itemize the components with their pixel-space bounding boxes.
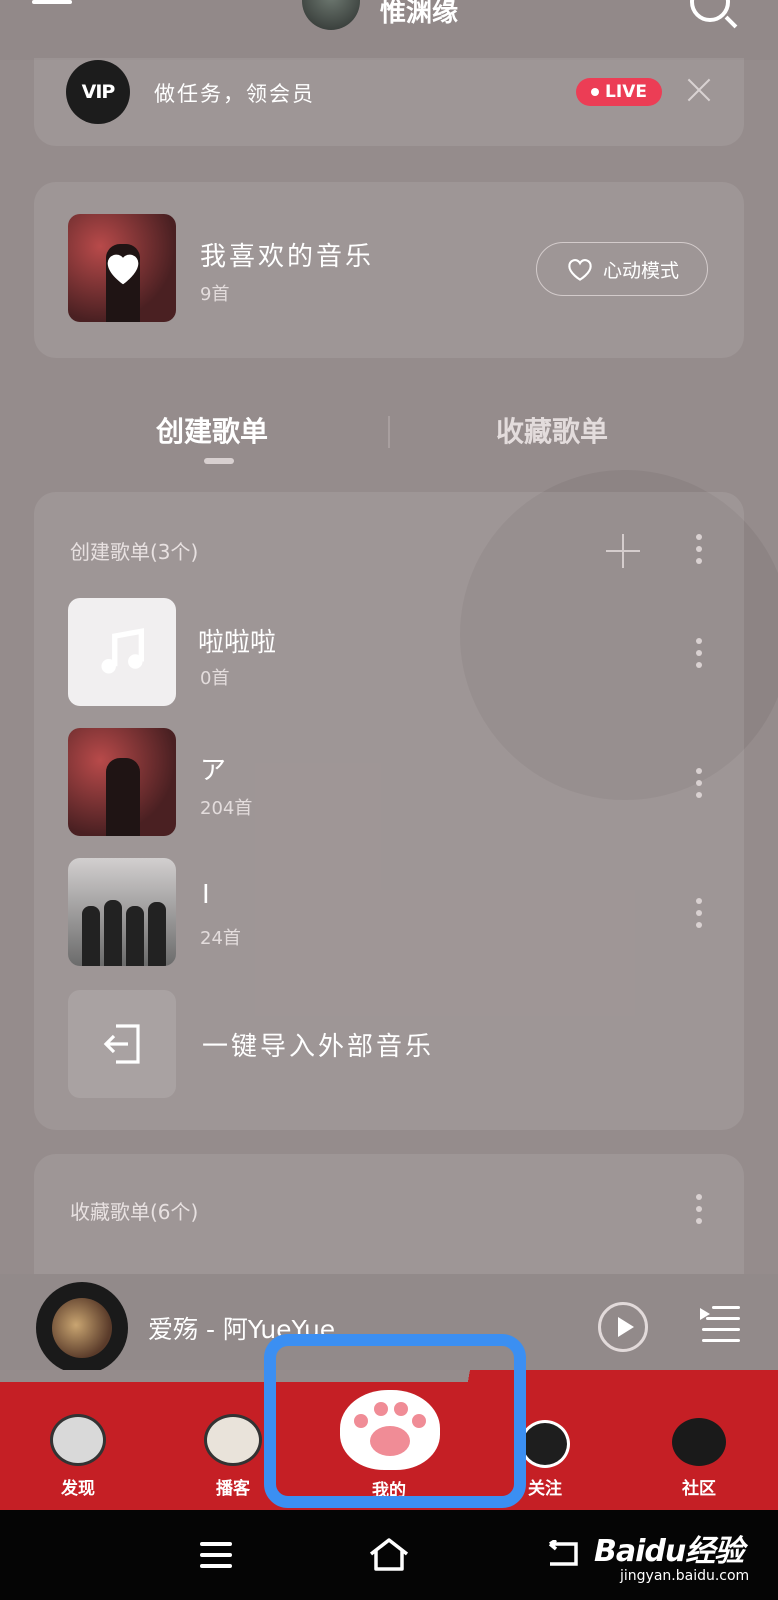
tab-collected-playlists[interactable]: 收藏歌单 — [496, 410, 608, 450]
recent-apps-icon[interactable] — [200, 1542, 232, 1568]
playlist-count: 204首 — [200, 798, 253, 819]
baidu-watermark: Baidu经验 jingyan.baidu.com — [594, 1534, 750, 1584]
heart-outline-icon — [568, 259, 592, 281]
live-badge[interactable]: LIVE — [576, 78, 662, 106]
playlist-icon[interactable] — [700, 1306, 740, 1342]
live-dot-icon — [591, 88, 600, 96]
tab-created-playlists[interactable]: 创建歌单 — [156, 410, 268, 450]
collected-section-header: 收藏歌单(6个) — [70, 1200, 199, 1224]
cat-mascot-icon — [50, 1414, 106, 1466]
nav-community[interactable]: 社区 — [664, 1474, 734, 1499]
playlist-title[interactable]: ア — [200, 750, 226, 787]
playlist-cover[interactable] — [68, 728, 176, 836]
nav-podcast[interactable]: 播客 — [198, 1474, 268, 1499]
import-icon — [103, 1024, 140, 1064]
black-cat-mascot-icon — [672, 1418, 726, 1466]
username[interactable]: 惟渊缘 — [380, 0, 458, 29]
playlist-cover[interactable] — [68, 858, 176, 966]
album-disc[interactable] — [36, 1282, 128, 1374]
heart-icon — [107, 254, 139, 285]
back-icon[interactable] — [546, 1540, 580, 1568]
liked-music-title[interactable]: 我喜欢的音乐 — [200, 236, 374, 273]
more-icon[interactable] — [696, 898, 702, 928]
more-icon[interactable] — [696, 768, 702, 798]
more-icon[interactable] — [696, 1194, 702, 1224]
home-icon[interactable] — [368, 1536, 410, 1572]
import-music-label[interactable]: 一键导入外部音乐 — [202, 1026, 434, 1063]
more-icon[interactable] — [696, 638, 702, 668]
more-icon[interactable] — [696, 534, 702, 564]
music-note-icon — [101, 628, 144, 674]
vip-task-text[interactable]: 做任务，领会员 — [154, 78, 315, 108]
penguin-mascot-icon — [520, 1420, 570, 1468]
import-music-button[interactable] — [68, 990, 176, 1098]
playlist-cover[interactable] — [68, 598, 176, 706]
playlist-count: 24首 — [200, 928, 241, 949]
hamburger-icon[interactable] — [32, 0, 72, 26]
highlight-box — [264, 1334, 526, 1508]
vip-logo: VIP — [66, 60, 130, 124]
heartbeat-mode-button[interactable]: 心动模式 — [536, 242, 708, 296]
close-icon[interactable] — [686, 78, 712, 104]
playlist-title[interactable]: 啦啦啦 — [198, 622, 276, 659]
tab-indicator — [204, 458, 234, 464]
playlist-count: 0首 — [200, 668, 230, 689]
play-icon[interactable] — [598, 1302, 648, 1352]
created-section-header: 创建歌单(3个) — [70, 540, 199, 564]
liked-music-count: 9首 — [200, 284, 230, 305]
pug-mascot-icon — [204, 1414, 262, 1466]
nav-discover[interactable]: 发现 — [43, 1474, 113, 1499]
tab-divider — [388, 416, 390, 448]
add-playlist-icon[interactable] — [606, 534, 640, 568]
playlist-title[interactable]: I — [202, 880, 210, 910]
